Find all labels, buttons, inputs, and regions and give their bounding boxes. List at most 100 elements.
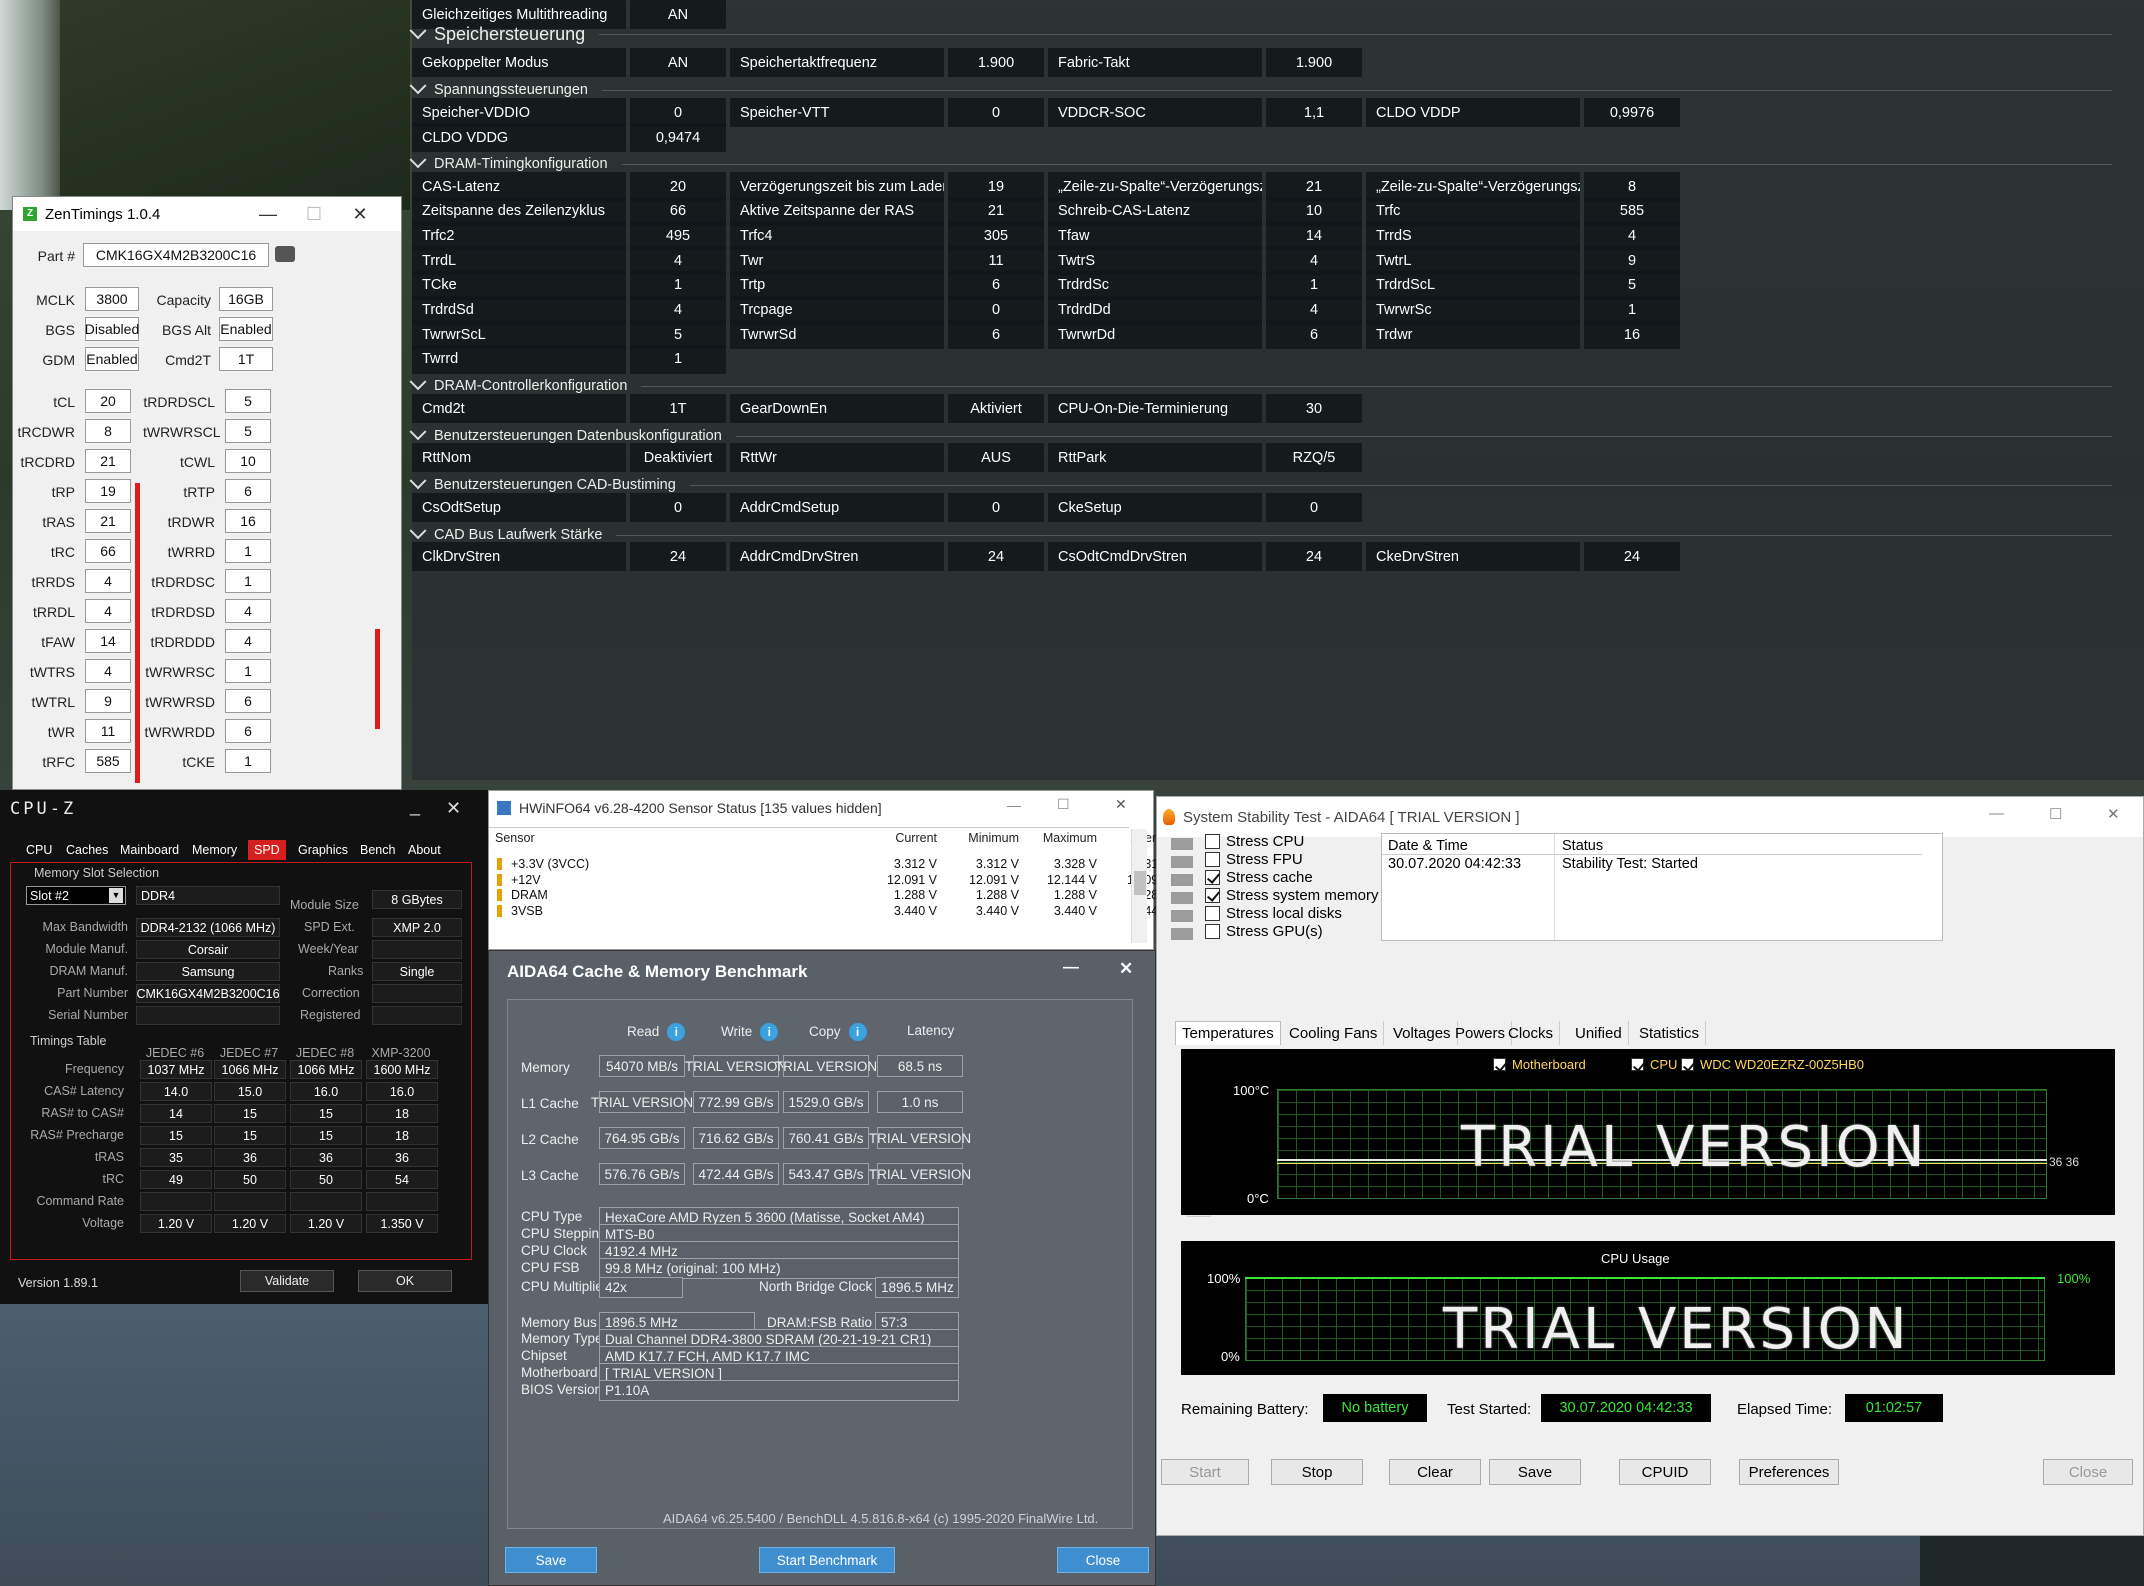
maximize-button[interactable]: ☐ — [2049, 805, 2062, 823]
zt-field-twrwrsd: 6 — [225, 689, 271, 713]
checkbox[interactable] — [1205, 852, 1220, 867]
scrollbar-thumb[interactable] — [1134, 871, 1146, 895]
column-current[interactable]: Current — [861, 831, 937, 845]
stability-titlebar: System Stability Test - AIDA64 [ TRIAL V… — [1157, 797, 2143, 837]
section-cad[interactable]: Benutzersteuerungen CAD-Bustiming — [409, 472, 2112, 493]
tab-voltages[interactable]: Voltages — [1387, 1021, 1458, 1045]
info-icon[interactable]: i — [667, 1023, 686, 1041]
zt-field-trcdwr: 8 — [85, 419, 131, 443]
minimize-button[interactable]: — — [1989, 805, 2004, 822]
checkbox[interactable] — [1205, 834, 1220, 849]
minimize-button[interactable]: _ — [410, 796, 420, 817]
tab-mainboard[interactable]: Mainboard — [120, 840, 179, 860]
zentimings-window: Z ZenTimings 1.0.4 — ☐ ✕ Part # CMK16GX4… — [12, 196, 402, 790]
section-controller[interactable]: DRAM-Controllerkonfiguration — [409, 373, 2112, 394]
scrollbar[interactable] — [1131, 829, 1147, 943]
tab-bench[interactable]: Bench — [360, 840, 395, 860]
slot-select[interactable]: Slot #2 ▼ — [26, 886, 126, 905]
info-icon[interactable]: i — [848, 1023, 867, 1041]
tt-head-2: JEDEC #8 — [295, 1046, 355, 1060]
temp-value-label: 36 36 — [2049, 1155, 2080, 1169]
section-spannung[interactable]: Spannungssteuerungen — [409, 77, 2112, 98]
close-button[interactable]: ✕ — [2107, 805, 2120, 823]
close-button[interactable]: ✕ — [1115, 796, 1127, 813]
minimize-button[interactable]: — — [1007, 797, 1021, 813]
checkbox[interactable] — [1205, 870, 1220, 885]
section-drv[interactable]: CAD Bus Laufwerk Stärke — [409, 522, 2112, 543]
checkbox[interactable] — [1205, 924, 1220, 939]
column-minimum[interactable]: Minimum — [943, 831, 1019, 845]
minimize-button[interactable]: — — [1063, 959, 1079, 977]
section-timing[interactable]: DRAM-Timingkonfiguration — [409, 151, 2112, 172]
cad-1-label: AddrCmdSetup — [730, 493, 944, 522]
section-speichersteuerung[interactable]: Speichersteuerung — [409, 21, 2112, 45]
start-button[interactable]: Start — [1161, 1459, 1249, 1485]
week-year-value — [372, 940, 462, 959]
tt-cell — [366, 1192, 438, 1211]
validate-button[interactable]: Validate — [240, 1270, 334, 1292]
chevron-down-icon[interactable]: ▼ — [109, 888, 123, 903]
legend-1[interactable]: CPU — [1631, 1057, 1677, 1072]
legend-checkbox[interactable] — [1493, 1058, 1506, 1071]
ok-button[interactable]: OK — [358, 1270, 452, 1292]
info-label: CPU Stepping — [521, 1226, 607, 1241]
tt-head-1: JEDEC #7 — [219, 1046, 279, 1060]
zt-field-tcwl: 10 — [225, 449, 271, 473]
tt-row-label: CAS# Latency — [44, 1084, 124, 1098]
check-stress-local-disks[interactable]: Stress local disks — [1205, 905, 1342, 922]
check-stress-system-memory[interactable]: Stress system memory — [1205, 887, 1379, 904]
stability-title: System Stability Test - AIDA64 [ TRIAL V… — [1183, 808, 1520, 826]
legend-checkbox[interactable] — [1681, 1058, 1694, 1071]
tab-spd[interactable]: SPD — [248, 840, 286, 860]
checkbox[interactable] — [1205, 888, 1220, 903]
check-stress-cache[interactable]: Stress cache — [1205, 869, 1313, 886]
tab-clocks[interactable]: Clocks — [1502, 1021, 1561, 1045]
camera-icon[interactable] — [275, 246, 295, 262]
tab-statistics[interactable]: Statistics — [1633, 1021, 1707, 1045]
close-button[interactable]: ✕ — [446, 798, 461, 819]
checkbox[interactable] — [1205, 906, 1220, 921]
sensor-value: 3.440 V — [1053, 903, 1097, 918]
section-datenbus-chevron-icon — [409, 423, 427, 441]
drv-0-value: 24 — [630, 542, 726, 571]
clear-button[interactable]: Clear — [1389, 1459, 1481, 1485]
check-stress-cpu[interactable]: Stress CPU — [1205, 833, 1304, 850]
cpuid-button[interactable]: CPUID — [1619, 1459, 1711, 1485]
tab-temperatures[interactable]: Temperatures — [1175, 1021, 1281, 1045]
maximize-button[interactable]: ☐ — [1057, 796, 1070, 813]
tab-graphics[interactable]: Graphics — [298, 840, 348, 860]
column-sensor[interactable]: Sensor — [495, 831, 615, 845]
close-button[interactable]: Close — [2043, 1459, 2133, 1485]
tt-cell: 15.0 — [214, 1082, 286, 1101]
preferences-button[interactable]: Preferences — [1739, 1459, 1839, 1485]
stop-button[interactable]: Stop — [1271, 1459, 1363, 1485]
tab-cooling-fans[interactable]: Cooling Fans — [1283, 1021, 1385, 1045]
check-stress-gpu-s-[interactable]: Stress GPU(s) — [1205, 923, 1323, 940]
column-maximum[interactable]: Maximum — [1021, 831, 1097, 845]
tab-about[interactable]: About — [408, 840, 441, 860]
tab-caches[interactable]: Caches — [66, 840, 108, 860]
close-button[interactable]: ✕ — [337, 197, 383, 231]
tab-unified[interactable]: Unified — [1569, 1021, 1629, 1045]
sensor-value: 12.091 V — [886, 872, 937, 887]
save-button[interactable]: Save — [505, 1547, 597, 1573]
section-controller-divider — [641, 385, 2112, 387]
maximize-button[interactable]: ☐ — [291, 197, 337, 231]
timing-6-2-value: 6 — [1266, 320, 1362, 350]
save-button[interactable]: Save — [1489, 1459, 1581, 1485]
legend-2[interactable]: WDC WD20EZRZ-00Z5HB0 — [1681, 1057, 1864, 1072]
minimize-button[interactable]: — — [245, 197, 291, 231]
ranks-label: Ranks — [328, 964, 364, 978]
close-button[interactable]: ✕ — [1119, 959, 1133, 979]
section-controller-label: DRAM-Controllerkonfiguration — [434, 378, 628, 394]
section-datenbus[interactable]: Benutzersteuerungen Datenbuskonfiguratio… — [409, 423, 2112, 444]
tab-cpu[interactable]: CPU — [26, 840, 52, 860]
tab-memory[interactable]: Memory — [192, 840, 237, 860]
sensor-name: DRAM — [511, 888, 548, 902]
close-dialog-button[interactable]: Close — [1057, 1547, 1149, 1573]
info-icon[interactable]: i — [760, 1023, 779, 1041]
start-benchmark-button[interactable]: Start Benchmark — [759, 1547, 895, 1573]
legend-0[interactable]: Motherboard — [1493, 1057, 1586, 1072]
legend-checkbox[interactable] — [1631, 1058, 1644, 1071]
check-stress-fpu[interactable]: Stress FPU — [1205, 851, 1303, 868]
